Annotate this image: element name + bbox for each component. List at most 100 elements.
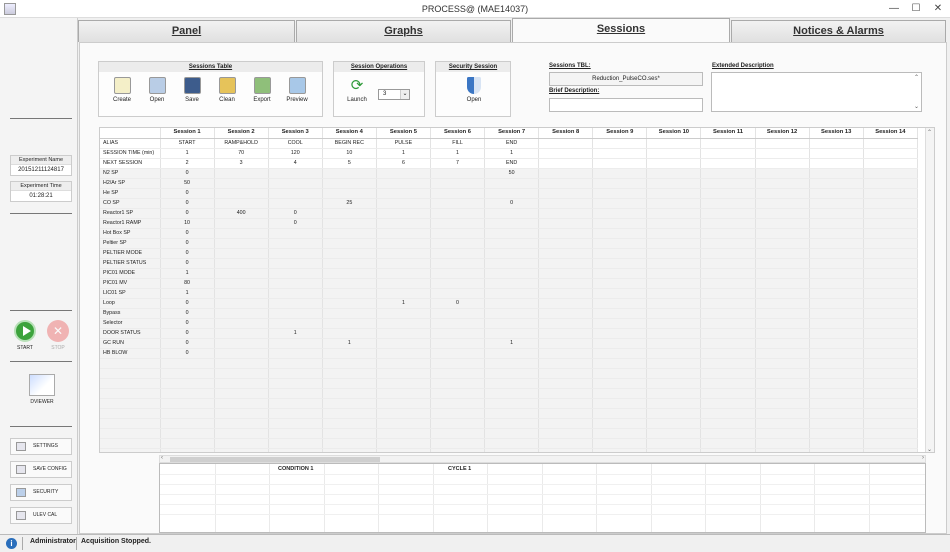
table-cell[interactable] — [268, 168, 323, 179]
table-cell[interactable] — [538, 368, 594, 379]
table-cell[interactable] — [809, 238, 864, 249]
table-cell[interactable] — [755, 348, 810, 359]
table-cell[interactable] — [700, 268, 756, 279]
table-cell[interactable] — [755, 238, 810, 249]
table-cell[interactable] — [430, 188, 486, 199]
table-cell[interactable] — [592, 268, 648, 279]
table-cell[interactable] — [646, 378, 702, 389]
table-cell[interactable] — [430, 438, 486, 449]
table-cell[interactable] — [322, 448, 377, 452]
table-cell[interactable] — [755, 228, 810, 239]
table-cell[interactable] — [592, 188, 648, 199]
table-cell[interactable] — [646, 258, 702, 269]
table-cell[interactable] — [160, 428, 215, 439]
table-cell[interactable] — [592, 328, 648, 339]
table-cell[interactable] — [160, 378, 215, 389]
table-cell[interactable] — [863, 398, 919, 409]
table-cell[interactable] — [376, 278, 431, 289]
table-cell[interactable]: 4 — [268, 158, 323, 169]
table-cell[interactable] — [646, 148, 702, 159]
table-cell[interactable] — [863, 218, 919, 229]
table-cell[interactable] — [100, 378, 161, 389]
table-cell[interactable] — [268, 348, 323, 359]
table-cell[interactable] — [538, 378, 594, 389]
table-cell[interactable] — [646, 188, 702, 199]
table-cell[interactable] — [646, 158, 702, 169]
table-cell[interactable] — [430, 228, 486, 239]
table-cell[interactable] — [755, 188, 810, 199]
table-cell[interactable] — [376, 208, 431, 219]
table-cell[interactable] — [100, 388, 161, 399]
table-cell[interactable] — [538, 308, 594, 319]
table-cell[interactable] — [809, 428, 864, 439]
table-cell[interactable] — [268, 198, 323, 209]
table-cell[interactable] — [376, 238, 431, 249]
table-cell[interactable] — [863, 428, 919, 439]
table-cell[interactable] — [322, 218, 377, 229]
table-cell[interactable] — [646, 288, 702, 299]
table-cell[interactable] — [214, 418, 269, 429]
grid-vertical-scrollbar[interactable]: ⌃ ⌄ — [925, 128, 934, 452]
brief-description-input[interactable] — [549, 98, 703, 112]
table-cell[interactable] — [538, 348, 594, 359]
tab-sessions[interactable]: Sessions — [512, 18, 730, 43]
maximize-button[interactable]: ☐ — [908, 2, 924, 16]
table-cell[interactable] — [538, 258, 594, 269]
table-cell[interactable]: 0 — [160, 248, 215, 259]
table-cell[interactable] — [700, 168, 756, 179]
table-cell[interactable] — [646, 168, 702, 179]
table-cell[interactable] — [322, 398, 377, 409]
table-cell[interactable] — [322, 308, 377, 319]
table-cell[interactable] — [376, 218, 431, 229]
table-cell[interactable] — [538, 198, 594, 209]
table-cell[interactable] — [268, 378, 323, 389]
table-cell[interactable] — [538, 288, 594, 299]
table-cell[interactable] — [376, 338, 431, 349]
table-cell[interactable] — [809, 148, 864, 159]
table-cell[interactable]: 0 — [268, 218, 323, 229]
table-cell[interactable] — [809, 138, 864, 149]
create-button[interactable]: Create — [107, 77, 137, 103]
table-cell[interactable] — [322, 428, 377, 439]
sessions-grid[interactable]: Session 1 Session 2 Session 3 Session 4 Sess… — [99, 127, 935, 453]
table-cell[interactable]: 25 — [322, 198, 377, 209]
table-cell[interactable]: 50 — [484, 168, 540, 179]
table-cell[interactable] — [538, 138, 594, 149]
table-cell[interactable] — [322, 268, 377, 279]
table-cell[interactable] — [430, 388, 486, 399]
table-cell[interactable] — [268, 238, 323, 249]
table-cell[interactable] — [538, 278, 594, 289]
table-cell[interactable] — [592, 138, 648, 149]
table-cell[interactable] — [538, 428, 594, 439]
table-cell[interactable] — [809, 388, 864, 399]
table-cell[interactable] — [322, 168, 377, 179]
table-cell[interactable] — [376, 248, 431, 259]
table-cell[interactable] — [646, 268, 702, 279]
table-cell[interactable] — [214, 428, 269, 439]
table-cell[interactable] — [268, 418, 323, 429]
table-cell[interactable] — [214, 258, 269, 269]
table-cell[interactable] — [214, 298, 269, 309]
table-cell[interactable] — [863, 368, 919, 379]
table-cell[interactable] — [484, 388, 540, 399]
table-cell[interactable] — [863, 168, 919, 179]
table-cell[interactable] — [214, 268, 269, 279]
table-cell[interactable] — [592, 448, 648, 452]
table-cell[interactable] — [863, 268, 919, 279]
table-cell[interactable] — [646, 208, 702, 219]
table-cell[interactable] — [484, 428, 540, 439]
save-button[interactable]: Save — [177, 77, 207, 103]
table-cell[interactable] — [538, 148, 594, 159]
table-cell[interactable] — [700, 138, 756, 149]
table-cell[interactable] — [430, 168, 486, 179]
table-cell[interactable] — [863, 228, 919, 239]
table-cell[interactable]: 80 — [160, 278, 215, 289]
table-cell[interactable] — [214, 218, 269, 229]
table-cell[interactable] — [214, 188, 269, 199]
table-cell[interactable] — [484, 328, 540, 339]
table-cell[interactable] — [809, 248, 864, 259]
table-cell[interactable] — [376, 318, 431, 329]
table-cell[interactable] — [700, 228, 756, 239]
table-cell[interactable] — [214, 248, 269, 259]
table-cell[interactable] — [268, 388, 323, 399]
